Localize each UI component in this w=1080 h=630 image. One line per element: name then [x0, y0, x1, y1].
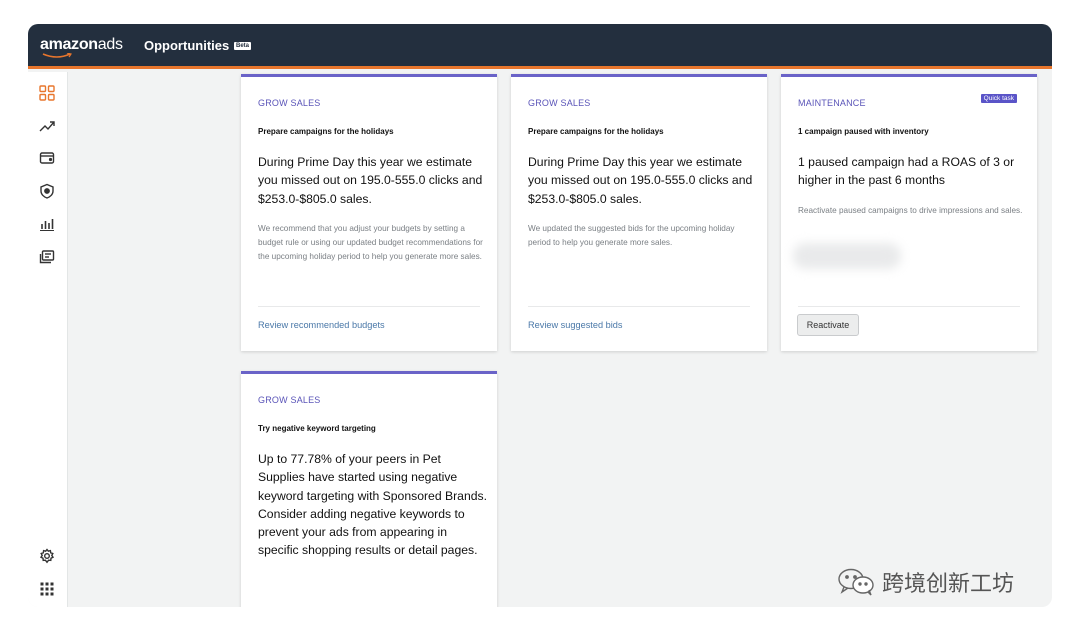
app-window: amazonads Opportunities Beta GROW SALES …	[28, 24, 1052, 607]
review-suggested-bids-link[interactable]: Review suggested bids	[528, 320, 622, 330]
blurred-content	[793, 243, 901, 269]
bar-chart-icon[interactable]	[38, 215, 56, 233]
review-recommended-budgets-link[interactable]: Review recommended budgets	[258, 320, 385, 330]
card-description: We updated the suggested bids for the up…	[528, 224, 735, 247]
wallet-icon[interactable]	[38, 149, 56, 167]
ad-media-icon[interactable]	[38, 248, 56, 266]
watermark: 跨境创新工坊	[836, 566, 1014, 598]
amazon-ads-logo[interactable]: amazonads	[40, 36, 123, 54]
opportunity-card-budgets: GROW SALES Prepare campaigns for the hol…	[241, 74, 497, 351]
left-sidebar	[28, 72, 68, 607]
card-divider	[798, 306, 1020, 307]
settings-icon[interactable]	[38, 547, 56, 565]
opportunity-card-negative-keywords: GROW SALES Try negative keyword targetin…	[241, 371, 497, 607]
shield-icon[interactable]	[38, 182, 56, 200]
card-description: We recommend that you adjust your budget…	[258, 224, 483, 261]
card-category-tag: GROW SALES	[528, 98, 591, 108]
card-category-tag: GROW SALES	[258, 98, 321, 108]
opportunity-card-maintenance: MAINTENANCE Quick task 1 campaign paused…	[781, 74, 1037, 351]
opportunity-card-bids: GROW SALES Prepare campaigns for the hol…	[511, 74, 767, 351]
reactivate-button[interactable]: Reactivate	[797, 314, 859, 336]
card-description: Reactivate paused campaigns to drive imp…	[798, 206, 1023, 215]
amazon-smile-icon	[42, 53, 72, 58]
card-divider	[528, 306, 750, 307]
card-heading: 1 campaign paused with inventory	[798, 127, 929, 136]
card-category-tag: MAINTENANCE	[798, 98, 866, 108]
watermark-text: 跨境创新工坊	[882, 572, 1015, 597]
card-body: During Prime Day this year we estimate y…	[528, 155, 753, 206]
wechat-icon	[838, 568, 874, 596]
trend-up-icon[interactable]	[38, 117, 56, 135]
card-heading: Try negative keyword targeting	[258, 424, 376, 433]
card-divider	[258, 306, 480, 307]
card-heading: Prepare campaigns for the holidays	[528, 127, 664, 136]
quick-task-badge: Quick task	[980, 94, 1017, 103]
card-body: During Prime Day this year we estimate y…	[258, 155, 483, 206]
page-title: Opportunities	[144, 38, 230, 53]
top-navigation-bar: amazonads Opportunities Beta	[28, 24, 1052, 69]
grid-icon[interactable]	[38, 84, 56, 102]
card-category-tag: GROW SALES	[258, 395, 321, 405]
card-body: Up to 77.78% of your peers in Pet Suppli…	[258, 452, 487, 558]
apps-grid-icon[interactable]	[38, 580, 56, 598]
beta-badge: Beta	[234, 42, 252, 50]
card-heading: Prepare campaigns for the holidays	[258, 127, 394, 136]
card-body: 1 paused campaign had a ROAS of 3 or hig…	[798, 155, 1015, 188]
